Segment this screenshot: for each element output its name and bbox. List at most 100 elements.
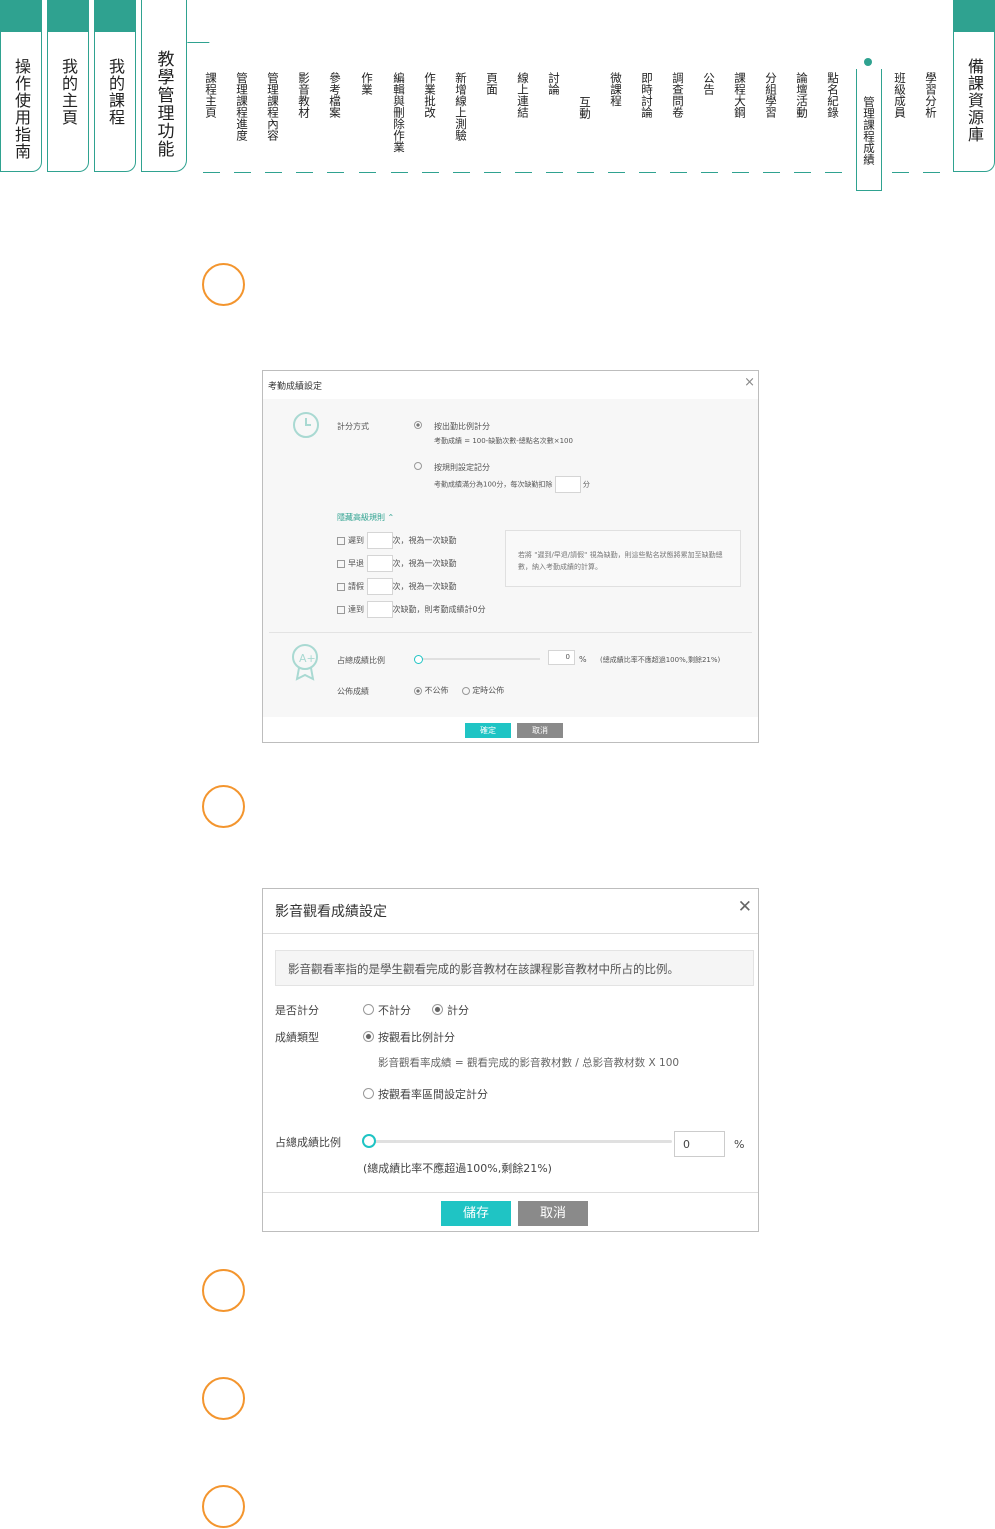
subtab-live-discussion[interactable]: 即時討論 xyxy=(640,72,654,118)
subtab-content[interactable]: 管理課程內容 xyxy=(266,72,280,141)
svg-text:A+: A+ xyxy=(299,652,316,665)
option-rule-based: 按規則設定記分 xyxy=(434,463,490,472)
ratio-input[interactable]: 0 xyxy=(674,1131,725,1157)
cancel-button[interactable]: 取消 xyxy=(518,1201,588,1226)
subtab-underline xyxy=(923,172,940,173)
close-icon[interactable]: × xyxy=(744,375,755,390)
absence-limit-input[interactable] xyxy=(366,601,393,618)
subtab-video[interactable]: 影音教材 xyxy=(297,72,311,118)
absence-limit-checkbox[interactable] xyxy=(337,605,345,614)
tab-teaching-management[interactable]: 教學管理功能 xyxy=(141,0,187,172)
subtab-files[interactable]: 參考檔案 xyxy=(328,72,342,118)
subtab-survey[interactable]: 調查問卷 xyxy=(671,72,685,118)
tab-my-home[interactable]: 我的主頁 xyxy=(47,0,89,172)
rule-leave: 請假 次，視為一次缺勤 xyxy=(337,578,457,595)
subtab-analytics[interactable]: 學習分析 xyxy=(924,72,938,118)
radio-no-score[interactable] xyxy=(363,1004,374,1015)
subtab-discussion[interactable]: 討論 xyxy=(547,72,561,95)
late-checkbox[interactable] xyxy=(337,536,345,545)
subtab-underline xyxy=(892,172,909,173)
early-leave-checkbox[interactable] xyxy=(337,559,345,568)
ratio-slider[interactable] xyxy=(414,655,540,664)
info-box: 影音觀看率指的是學生觀看完成的影音教材在該課程影音教材中所占的比例。 xyxy=(275,950,754,986)
tab-cap xyxy=(48,0,88,32)
ratio-slider[interactable] xyxy=(362,1134,672,1148)
radio-rule-based[interactable] xyxy=(414,461,422,470)
tab-resources[interactable]: 備課資源庫 xyxy=(953,0,995,172)
subtab-edit-homework[interactable]: 編輯與刪除作業 xyxy=(392,72,406,153)
dialog-body: 計分方式 按出勤比例計分 考勤成績 = 100-缺勤次數-總點名次數×100 按… xyxy=(263,399,758,717)
subtab-underline xyxy=(422,172,439,173)
ratio-slider-handle[interactable] xyxy=(414,655,423,664)
rule-late: 遲到 次，視為一次缺勤 xyxy=(337,532,457,549)
score-toggle-label: 是否計分 xyxy=(275,1004,319,1017)
subtab-syllabus[interactable]: 課程大鋼 xyxy=(733,72,747,118)
tab-label: 教學管理功能 xyxy=(153,50,174,158)
ratio-slider-handle[interactable] xyxy=(362,1134,376,1148)
subtab-underline xyxy=(359,172,376,173)
save-button[interactable]: 儲存 xyxy=(441,1201,511,1226)
ratio-unit: % xyxy=(579,655,587,664)
subtab-progress[interactable]: 管理課程進度 xyxy=(235,72,249,141)
ratio-label: 占總成績比例 xyxy=(337,656,385,665)
tab-guide[interactable]: 操作使用指南 xyxy=(0,0,42,172)
ratio-label: 占總成績比例 xyxy=(275,1136,341,1149)
tab-label: 我的課程 xyxy=(106,58,125,126)
subtab-page[interactable]: 頁面 xyxy=(485,72,499,95)
tab-cap xyxy=(954,0,994,32)
subtab-underline xyxy=(825,172,842,173)
radio-attendance-ratio[interactable] xyxy=(414,420,422,429)
grade-type-label: 成績類型 xyxy=(275,1031,319,1044)
cancel-button[interactable]: 取消 xyxy=(517,723,563,738)
subtab-roll-call[interactable]: 點名紀錄 xyxy=(826,72,840,118)
tab-label: 我的主頁 xyxy=(59,58,78,126)
toggle-advanced-rules[interactable]: 隱藏高級規則 ⌃ xyxy=(337,512,394,523)
dialog-title: 考勤成績設定 xyxy=(268,382,323,392)
score-toggle-options: 不計分 計分 xyxy=(363,1002,469,1018)
step-circle xyxy=(202,785,245,828)
close-icon[interactable]: ✕ xyxy=(738,897,752,917)
subtab-links[interactable]: 線上連結 xyxy=(516,72,530,118)
rules-note-box: 若將 "遲到/早退/請假" 視為缺勤，則這些點名狀態將累加至缺勤總數，納入考勤成… xyxy=(505,530,741,587)
subtab-underline xyxy=(546,172,563,173)
ratio-hint: (總成績比率不應超過100%,剩餘21%) xyxy=(600,656,721,664)
radio-range[interactable] xyxy=(363,1088,374,1099)
leave-checkbox[interactable] xyxy=(337,582,345,591)
section-divider xyxy=(269,632,752,633)
tab-my-courses[interactable]: 我的課程 xyxy=(94,0,136,172)
subtab-members[interactable]: 班級成員 xyxy=(893,72,907,118)
subtab-manage-grades[interactable]: 管理課程成績 xyxy=(862,96,876,165)
ratio-hint: (總成績比率不應超過100%,剩餘21%) xyxy=(363,1162,552,1175)
step-circle xyxy=(202,1485,245,1528)
rule-absence-limit: 達到 次缺勤，則考勤成績計0分 xyxy=(337,601,486,618)
subtab-underline xyxy=(234,172,251,173)
ratio-input[interactable]: 0 xyxy=(548,650,575,665)
radio-scheduled-publish[interactable] xyxy=(461,686,470,695)
late-count-input[interactable] xyxy=(366,532,393,549)
leave-count-input[interactable] xyxy=(366,578,393,595)
subtab-interaction[interactable]: 互動 xyxy=(578,96,592,119)
radio-view-ratio[interactable] xyxy=(363,1031,374,1042)
subtab-forum[interactable]: 論壇活動 xyxy=(795,72,809,118)
subtab-underline xyxy=(265,172,282,173)
attendance-grade-dialog: 考勤成績設定 × 計分方式 按出勤比例計分 考勤成績 = 100-缺勤次數-總點… xyxy=(262,370,759,743)
deduct-points-input[interactable] xyxy=(554,476,581,493)
subtab-announcement[interactable]: 公告 xyxy=(702,72,716,95)
subtab-course-home[interactable]: 課程主頁 xyxy=(204,72,218,118)
subtab-homework[interactable]: 作業 xyxy=(360,72,374,95)
confirm-button[interactable]: 確定 xyxy=(465,723,511,738)
subtab-grading[interactable]: 作業批改 xyxy=(423,72,437,118)
dialog-title: 影音觀看成績設定 xyxy=(275,904,387,920)
subtab-quiz[interactable]: 新增線上測驗 xyxy=(454,72,468,141)
radio-no-publish[interactable] xyxy=(414,686,422,695)
tab-cap xyxy=(1,0,41,32)
tab-label: 操作使用指南 xyxy=(12,58,31,160)
subtab-micro-course[interactable]: 微課程 xyxy=(609,72,623,107)
no-publish-label: 不公佈 xyxy=(424,686,449,695)
ratio-unit: % xyxy=(734,1138,745,1151)
radio-score[interactable] xyxy=(432,1004,443,1015)
subtab-underline xyxy=(296,172,313,173)
subtab-group-learning[interactable]: 分組學習 xyxy=(764,72,778,118)
early-leave-count-input[interactable] xyxy=(366,555,393,572)
attendance-formula: 考勤成績 = 100-缺勤次數-總點名次數×100 xyxy=(434,437,573,445)
